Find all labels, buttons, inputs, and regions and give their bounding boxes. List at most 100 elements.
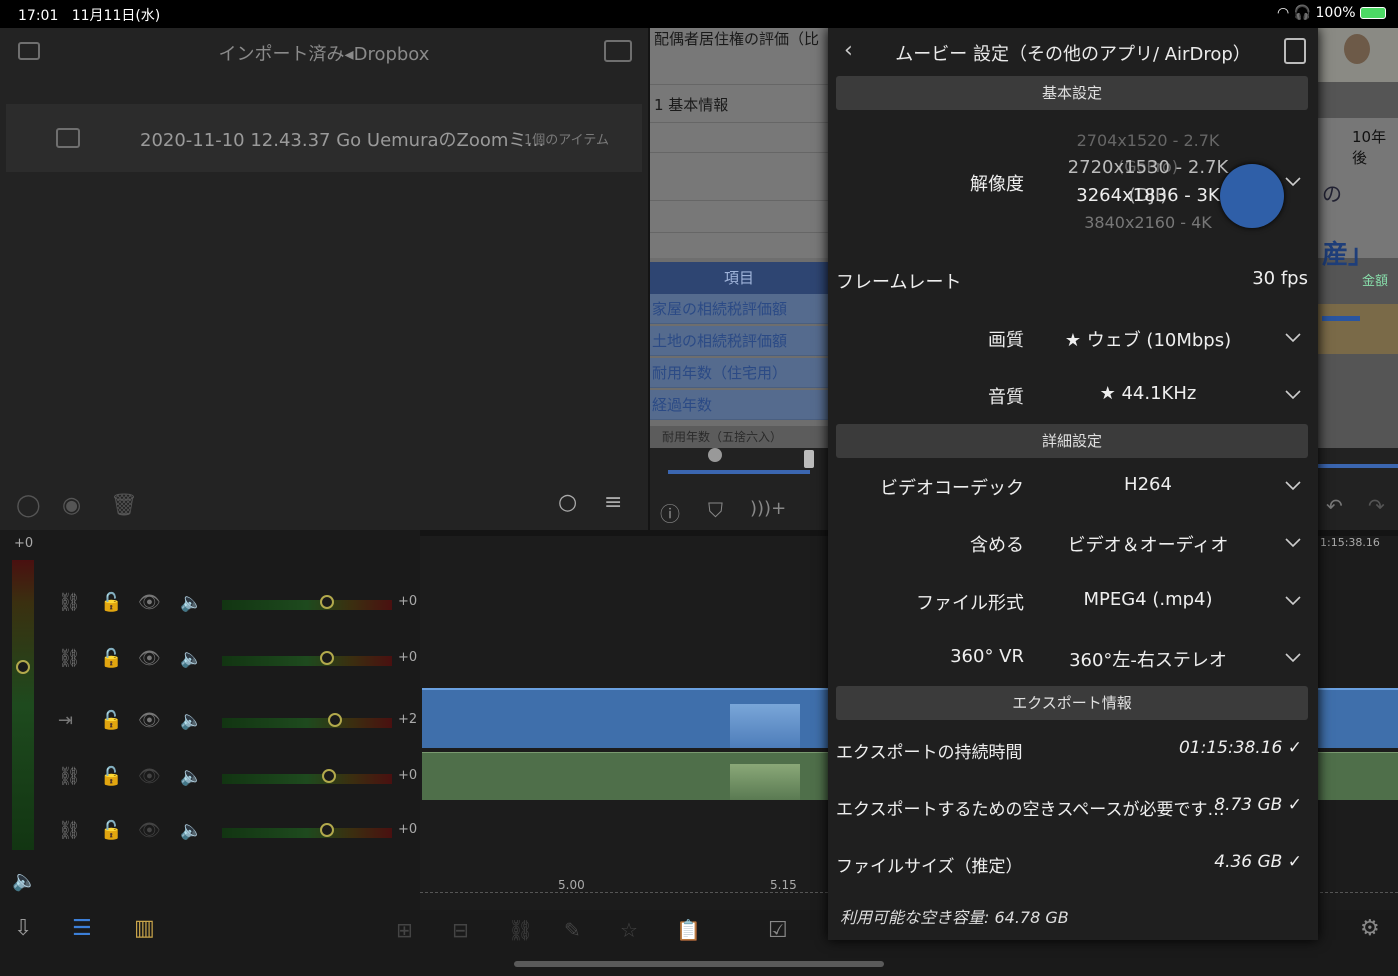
volume-icon[interactable]: 🔈 [180,820,202,841]
lock-icon[interactable]: 🔓 [100,820,122,841]
link-icon[interactable]: ⛓ [58,766,81,787]
eye-icon[interactable]: 👁 [138,648,161,669]
volume-knob[interactable] [328,713,342,727]
chevron-down-icon[interactable] [1284,648,1302,666]
info-icon[interactable]: ⓘ [660,498,680,527]
media-browser: インポート済み◂Dropbox 2020-11-10 12.43.37 Go U… [0,28,648,530]
share-icon[interactable] [1284,38,1306,64]
arrow-icon[interactable]: ⇥ [58,710,73,731]
divider [650,152,828,153]
volume-knob[interactable] [320,823,334,837]
home-indicator[interactable] [514,961,884,967]
framerate-label: フレームレート [836,272,962,293]
volume-knob[interactable] [320,595,334,609]
file-row[interactable]: 2020-11-10 12.43.37 Go UemuraのZoomミ… 1個の… [6,104,642,172]
quality-label: 画質 [988,330,1024,351]
check-icon[interactable]: ◯ [16,493,41,518]
preview-viewer[interactable]: 配偶者居住権の評価（比 1 基本情報 項目 家屋の相続税評価額 土地の相続税評価… [650,28,828,530]
resolution-option[interactable]: 2720x1530 - 2.7K (DJI) [1048,154,1248,206]
volume-icon[interactable]: 🔈 [180,710,202,731]
chevron-down-icon[interactable] [1284,476,1302,494]
volume-knob[interactable] [322,769,336,783]
eye-icon[interactable]: 👁 [138,766,161,787]
chevron-down-icon[interactable] [1284,533,1302,551]
include-value[interactable]: ビデオ＆オーディオ [1048,531,1248,557]
scrub-bar[interactable] [668,470,810,474]
sort-icon[interactable]: ≡ [604,490,622,515]
table-row: 土地の相続税評価額 [650,326,828,356]
volume-icon[interactable]: 🔈 [180,766,202,787]
chevron-down-icon[interactable] [1284,172,1302,190]
link-icon[interactable]: ⛓ [58,592,81,613]
lock-icon[interactable]: 🔓 [100,766,122,787]
meter-icon[interactable]: ▥ [134,916,155,941]
folder-icon [56,128,80,148]
eye-icon[interactable]: 👁 [138,710,161,731]
record-icon[interactable]: ◉ [62,493,81,518]
divider [650,84,828,85]
undo-icon[interactable]: ↶ [1326,494,1343,518]
add-clip-icon[interactable]: ⊞ [396,918,413,942]
quality-value[interactable]: ★ ウェブ (10Mbps) [1048,326,1248,352]
vr-value[interactable]: 360°左-右ステレオ [1048,646,1248,672]
chevron-down-icon[interactable] [1284,591,1302,609]
volume-slider[interactable] [222,823,392,838]
trash-icon[interactable]: 🗑 [110,493,138,518]
resolution-option[interactable]: 2704x1520 - 2.7K (GoPro) [1048,128,1248,176]
pencil-icon[interactable]: ✎ [564,918,581,942]
face-icon [1344,34,1370,64]
volume-slider[interactable] [222,595,392,610]
settings-icon[interactable]: ⚙ [1360,916,1380,941]
split-icon[interactable]: ⊟ [452,918,469,942]
checkbox-icon[interactable]: ☑ [768,918,788,943]
lock-icon[interactable]: 🔓 [100,648,122,669]
trim-handle[interactable] [804,450,814,468]
status-right: ◠ 🎧 100% [1277,5,1386,21]
vr-label: 360° VR [950,646,1024,667]
link-icon[interactable]: ⛓ [58,648,81,669]
resolution-picker[interactable]: 2704x1520 - 2.7K (GoPro) 2720x1530 - 2.7… [1048,128,1248,238]
star-icon[interactable]: ☆ [620,918,638,942]
track-row: ⛓ 🔓 👁 🔈 +0 [0,806,420,856]
speaker-icon[interactable]: 🔈 [12,868,37,892]
eye-icon[interactable]: 👁 [138,592,161,613]
strip-label: 金額 [1362,274,1389,289]
audio-add-icon[interactable]: )))+ [750,498,786,519]
audio-value[interactable]: ★ 44.1KHz [1048,383,1248,404]
chevron-down-icon[interactable] [1284,328,1302,346]
resolution-option[interactable]: 3840x2160 - 4K [1048,210,1248,236]
scrub-bar[interactable] [1318,464,1398,468]
volume-slider[interactable] [222,713,392,728]
import-icon[interactable] [604,40,632,62]
search-icon[interactable]: ○ [558,490,577,515]
link-icon[interactable]: ⛓ [508,918,533,942]
lock-icon[interactable]: 🔓 [100,592,122,613]
lock-icon[interactable]: 🔓 [100,710,122,731]
resolution-option-selected[interactable]: 3264x1836 - 3K [1048,182,1248,210]
scrub-handle[interactable] [708,448,722,462]
resolution-label: 解像度 [970,174,1024,195]
list-icon[interactable]: ☰ [72,916,92,941]
available-space: 利用可能な空き容量: 64.78 GB [840,908,1069,927]
format-value[interactable]: MPEG4 (.mp4) [1048,589,1248,610]
volume-icon[interactable]: 🔈 [180,648,202,669]
section-export: エクスポート情報 [836,686,1308,720]
volume-slider[interactable] [222,769,392,784]
marker-icon[interactable]: ⛉ [708,498,723,522]
link-icon[interactable]: ⛓ [58,820,81,841]
status-bar: 17:01 11月11日(水) ◠ 🎧 100% [0,0,1398,28]
eye-icon[interactable]: 👁 [138,820,161,841]
track-db: +0 [398,650,418,665]
chevron-down-icon[interactable] [1284,385,1302,403]
volume-knob[interactable] [320,651,334,665]
clipboard-icon[interactable]: 📋 [676,918,701,942]
volume-icon[interactable]: 🔈 [180,592,202,613]
track-row: ⇥ 🔓 👁 🔈 +2 [0,696,420,746]
file-name: 2020-11-10 12.43.37 Go UemuraのZoomミ… [140,130,545,151]
codec-value[interactable]: H264 [1048,474,1248,495]
redo-icon[interactable]: ↷ [1368,494,1385,518]
import-icon[interactable]: ⇩ [14,916,32,941]
framerate-value[interactable]: 30 fps [1252,268,1308,289]
volume-slider[interactable] [222,651,392,666]
file-count: 1個のアイテム [524,133,609,148]
